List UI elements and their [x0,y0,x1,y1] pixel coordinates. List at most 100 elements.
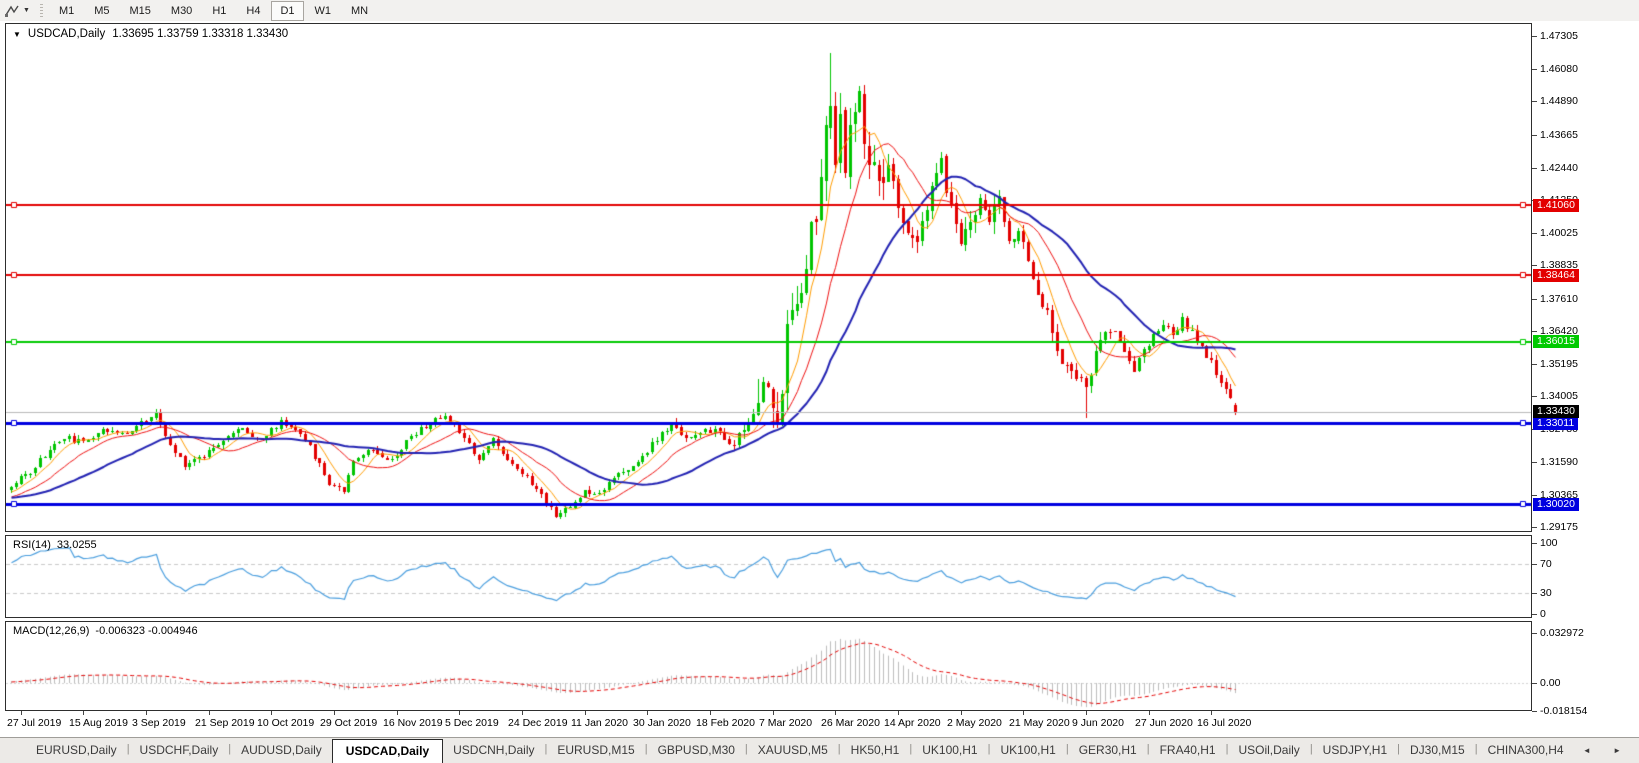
tab-scroll-left-icon[interactable]: ◄ [1583,746,1601,755]
timeframe-toolbar: ▼ M1M5M15M30H1H4D1W1MN [0,0,1639,22]
timeframe-button-mn[interactable]: MN [342,1,377,21]
rsi-canvas[interactable] [6,536,1531,617]
axis-tick-mark [1532,543,1537,544]
date-axis-label: 3 Sep 2019 [132,717,186,729]
chart-title-dropdown-icon[interactable]: ▼ [13,30,21,39]
date-tick-mark [83,711,84,715]
rsi-indicator-pane[interactable]: RSI(14) 33.0255 [5,535,1532,618]
draw-tool-button[interactable]: ▼ [0,0,36,21]
axis-tick-mark [1532,331,1537,332]
price-axis[interactable]: 1.473051.460801.448901.436651.424401.412… [1532,21,1639,737]
tab-eurusd-daily[interactable]: EURUSD,Daily [26,738,127,763]
tab-usdcad-daily[interactable]: USDCAD,Daily [332,739,443,763]
date-tick-mark [459,711,460,715]
axis-tick-mark [1532,614,1537,615]
toolbar-drag-handle[interactable] [40,4,43,18]
tab-audusd-daily[interactable]: AUDUSD,Daily [231,738,332,763]
date-axis-label: 2 May 2020 [947,717,1002,729]
date-tick-mark [1023,711,1024,715]
axis-tick-mark [1532,364,1537,365]
timeframe-button-h1[interactable]: H1 [203,1,235,21]
tab-fra40-h1[interactable]: FRA40,H1 [1150,738,1226,763]
tab-gbpusd-m30[interactable]: GBPUSD,M30 [648,738,745,763]
tab-scroll-arrows: ◄ ► [1583,746,1631,755]
price-axis-label: 1.46080 [1540,63,1578,75]
macd-axis-label: -0.018154 [1540,705,1587,717]
date-tick-mark [773,711,774,715]
axis-tick-mark [1532,462,1537,463]
date-tick-mark [710,711,711,715]
chart-symbol-period: USDCAD,Daily [28,28,105,40]
date-axis-label: 11 Jan 2020 [571,717,628,729]
timeframe-button-m30[interactable]: M30 [162,1,201,21]
tab-xauusd-m5[interactable]: XAUUSD,M5 [748,738,838,763]
date-axis-label: 10 Oct 2019 [257,717,314,729]
tab-usdcnh-daily[interactable]: USDCNH,Daily [443,738,544,763]
date-tick-mark [898,711,899,715]
date-axis-label: 16 Nov 2019 [383,717,443,729]
tab-usoil-daily[interactable]: USOil,Daily [1228,738,1309,763]
hline-price-badge: 1.38464 [1533,269,1579,282]
date-tick-mark [522,711,523,715]
tab-uk100-h1[interactable]: UK100,H1 [990,738,1065,763]
axis-tick-mark [1532,168,1537,169]
tab-dj30-m15[interactable]: DJ30,M15 [1400,738,1475,763]
macd-indicator-pane[interactable]: MACD(12,26,9) -0.006323 -0.004946 [5,621,1532,711]
date-tick-mark [271,711,272,715]
date-axis-label: 29 Oct 2019 [320,717,377,729]
axis-tick-mark [1532,527,1537,528]
tab-eurusd-m15[interactable]: EURUSD,M15 [547,738,644,763]
date-tick-mark [835,711,836,715]
price-axis-label: 1.29175 [1540,521,1578,533]
chevron-down-icon: ▼ [23,7,30,14]
axis-tick-mark [1532,135,1537,136]
date-axis-label: 5 Dec 2019 [445,717,499,729]
tab-hk50-h1[interactable]: HK50,H1 [841,738,910,763]
date-tick-mark [647,711,648,715]
current-price-badge: 1.33430 [1533,405,1579,418]
axis-tick-mark [1532,564,1537,565]
rsi-current-value: 33.0255 [57,539,97,551]
axis-tick-mark [1532,711,1537,712]
macd-axis-label: 0.00 [1540,677,1560,689]
date-axis-label: 24 Dec 2019 [508,717,568,729]
date-tick-mark [961,711,962,715]
date-axis-label: 15 Aug 2019 [69,717,128,729]
zigzag-pencil-icon [4,4,20,18]
axis-tick-mark [1532,495,1537,496]
timeframe-button-m15[interactable]: M15 [121,1,160,21]
timeframe-button-m5[interactable]: M5 [85,1,118,21]
date-axis-label: 27 Jul 2019 [7,717,61,729]
tab-usdjpy-h1[interactable]: USDJPY,H1 [1313,738,1397,763]
axis-tick-mark [1532,69,1537,70]
date-axis[interactable]: 27 Jul 201915 Aug 20193 Sep 201921 Sep 2… [5,711,1532,735]
date-tick-mark [1211,711,1212,715]
timeframe-buttons: M1M5M15M30H1H4D1W1MN [49,1,378,21]
hline-price-badge: 1.33011 [1533,417,1578,430]
timeframe-button-w1[interactable]: W1 [306,1,341,21]
axis-tick-mark [1532,36,1537,37]
tab-uk100-h1[interactable]: UK100,H1 [912,738,987,763]
price-axis-label: 1.40025 [1540,227,1578,239]
macd-canvas[interactable] [6,622,1531,710]
rsi-name: RSI(14) [13,539,51,551]
axis-tick-mark [1532,101,1537,102]
price-chart-pane[interactable]: ▼ USDCAD,Daily 1.33695 1.33759 1.33318 1… [5,23,1532,532]
tab-usdchf-daily[interactable]: USDCHF,Daily [130,738,229,763]
tab-ger30-h1[interactable]: GER30,H1 [1069,738,1147,763]
timeframe-button-h4[interactable]: H4 [237,1,269,21]
date-tick-mark [146,711,147,715]
timeframe-button-m1[interactable]: M1 [50,1,83,21]
date-axis-label: 16 Jul 2020 [1197,717,1251,729]
rsi-axis-label: 100 [1540,537,1558,549]
price-axis-label: 1.37610 [1540,293,1578,305]
price-chart-canvas[interactable] [6,24,1531,531]
chart-ohlc-values: 1.33695 1.33759 1.33318 1.33430 [112,28,288,40]
timeframe-button-d1[interactable]: D1 [271,1,303,21]
macd-axis-label: 0.032972 [1540,627,1584,639]
tab-scroll-right-icon[interactable]: ► [1613,746,1631,755]
rsi-label: RSI(14) 33.0255 [13,539,97,551]
date-tick-mark [1149,711,1150,715]
price-axis-label: 1.34005 [1540,390,1578,402]
tab-china300-h4[interactable]: CHINA300,H4 [1478,738,1574,763]
